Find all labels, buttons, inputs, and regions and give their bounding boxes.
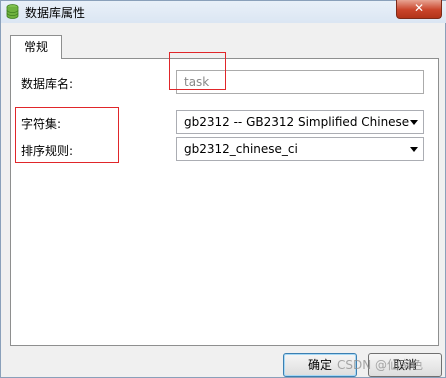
charset-select[interactable]: gb2312 -- GB2312 Simplified Chinese	[176, 110, 424, 134]
close-icon: ✕	[413, 1, 425, 15]
tab-general-label: 常规	[23, 40, 48, 54]
database-properties-dialog: 数据库属性 ✕ 常规 数据库名: task 字符集: gb2312 -- GB2…	[0, 0, 446, 378]
tab-general[interactable]: 常规	[10, 35, 62, 59]
ok-button-label: 确定	[307, 358, 332, 372]
highlight-box-db-name	[169, 52, 226, 90]
collation-value: gb2312_chinese_ci	[184, 142, 298, 156]
title-bar[interactable]: 数据库属性 ✕	[1, 0, 446, 23]
chevron-down-icon	[410, 147, 418, 152]
window-title: 数据库属性	[25, 6, 86, 20]
charset-value: gb2312 -- GB2312 Simplified Chinese	[184, 115, 410, 129]
db-name-label: 数据库名:	[21, 77, 74, 91]
collation-select[interactable]: gb2312_chinese_ci	[176, 137, 424, 161]
watermark: CSDN @仙家色	[337, 358, 424, 372]
highlight-box-charset-collation	[15, 107, 119, 163]
database-icon	[6, 4, 19, 19]
chevron-down-icon	[410, 120, 418, 125]
close-button[interactable]: ✕	[396, 0, 442, 19]
general-panel	[10, 58, 439, 346]
